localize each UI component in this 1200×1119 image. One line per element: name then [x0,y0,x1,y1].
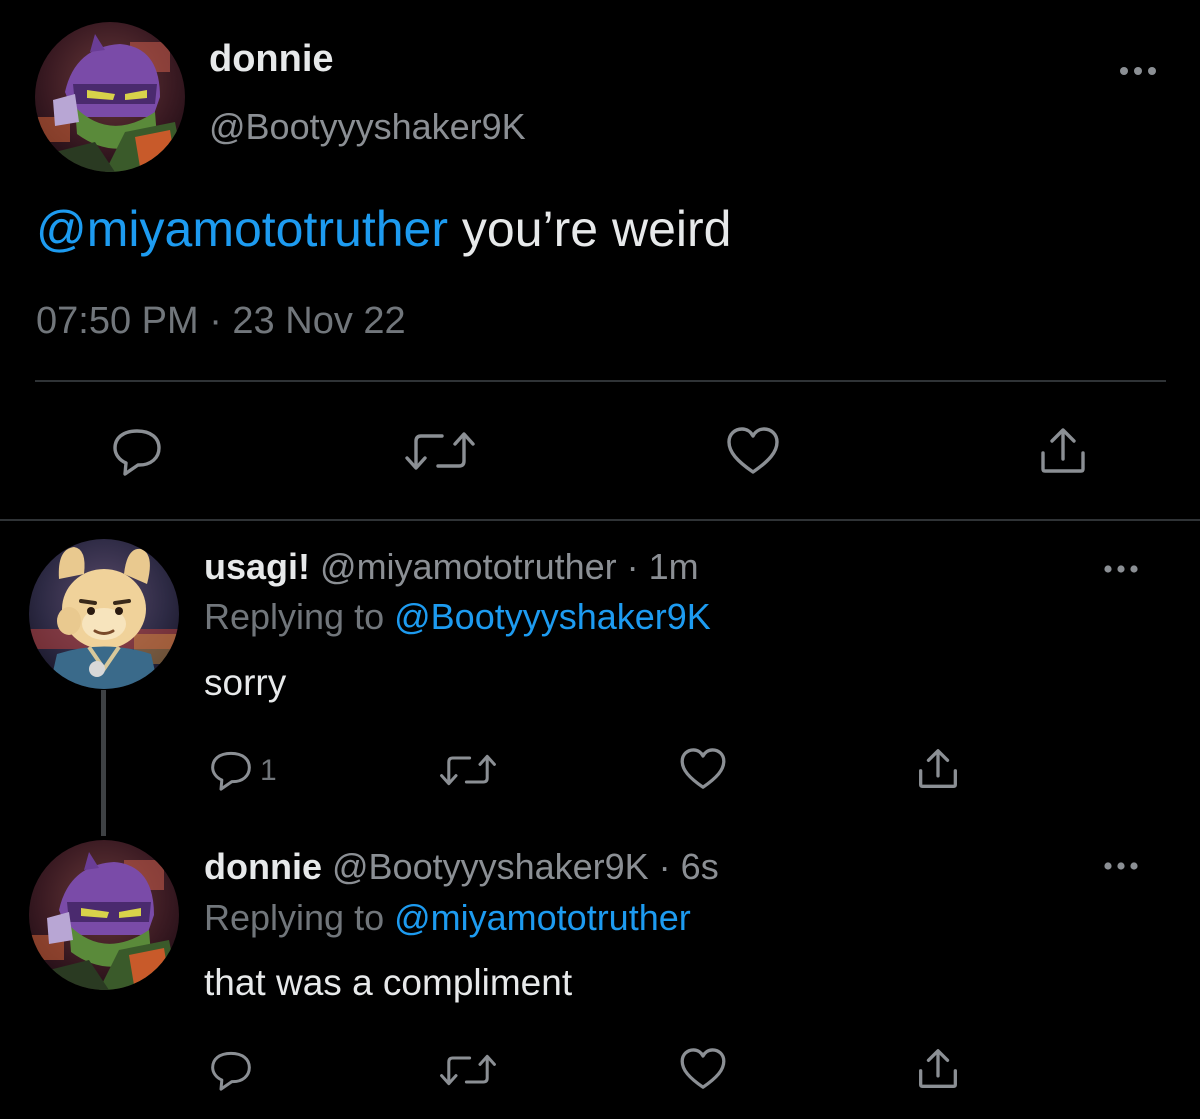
replying-prefix: Replying to [204,897,395,938]
like-icon[interactable] [677,743,729,795]
like-icon[interactable] [723,421,783,481]
like-icon[interactable] [677,1043,729,1095]
share-icon[interactable] [912,1043,964,1095]
replying-to: Replying to @Bootyyyshaker9K [204,596,711,638]
replying-prefix: Replying to [204,596,395,637]
share-icon[interactable] [912,743,964,795]
author-handle[interactable]: @Bootyyyshaker9K [209,106,526,148]
tweet-text: @miyamototruther you’re weird [36,200,731,258]
share-icon[interactable] [1033,421,1093,481]
reply-text: sorry [204,662,287,703]
reply-display-name[interactable]: donnie [204,846,322,887]
reply-handle-time[interactable]: @Bootyyyshaker9K · 6s [322,846,719,887]
more-options-icon[interactable] [1101,556,1141,582]
reply-icon[interactable] [204,1045,258,1095]
retweet-icon[interactable] [436,1045,500,1095]
thread-connector [101,690,106,836]
reply-button[interactable]: 1 [204,745,294,795]
donnie-avatar-icon[interactable] [29,840,179,990]
reply-header: usagi! @miyamototruther · 1m [204,546,699,588]
reply-header: donnie @Bootyyyshaker9K · 6s [204,846,719,888]
reply-count: 1 [260,754,277,787]
reply-display-name[interactable]: usagi! [204,546,310,587]
donnie-avatar-icon[interactable] [35,22,185,172]
divider [35,380,1166,382]
reply-icon [211,751,251,791]
more-options-icon[interactable] [1116,56,1160,86]
divider [0,519,1200,521]
tweet-timestamp[interactable]: 07:50 PM · 23 Nov 22 [36,300,406,343]
more-options-icon[interactable] [1101,853,1141,879]
retweet-icon[interactable] [400,421,475,481]
author-display-name[interactable]: donnie [209,38,334,81]
reply-handle-time[interactable]: @miyamototruther · 1m [310,546,699,587]
usagi-avatar-icon[interactable] [29,539,179,689]
replying-handle-link[interactable]: @Bootyyyshaker9K [394,596,711,637]
mention-link[interactable]: @miyamototruther [36,201,448,257]
reply-text: that was a compliment [204,962,573,1003]
retweet-icon[interactable] [436,745,500,795]
replying-to: Replying to @miyamototruther [204,897,691,939]
reply-icon[interactable] [107,421,167,481]
replying-handle-link[interactable]: @miyamototruther [394,897,691,938]
tweet-body: you’re weird [448,201,732,257]
